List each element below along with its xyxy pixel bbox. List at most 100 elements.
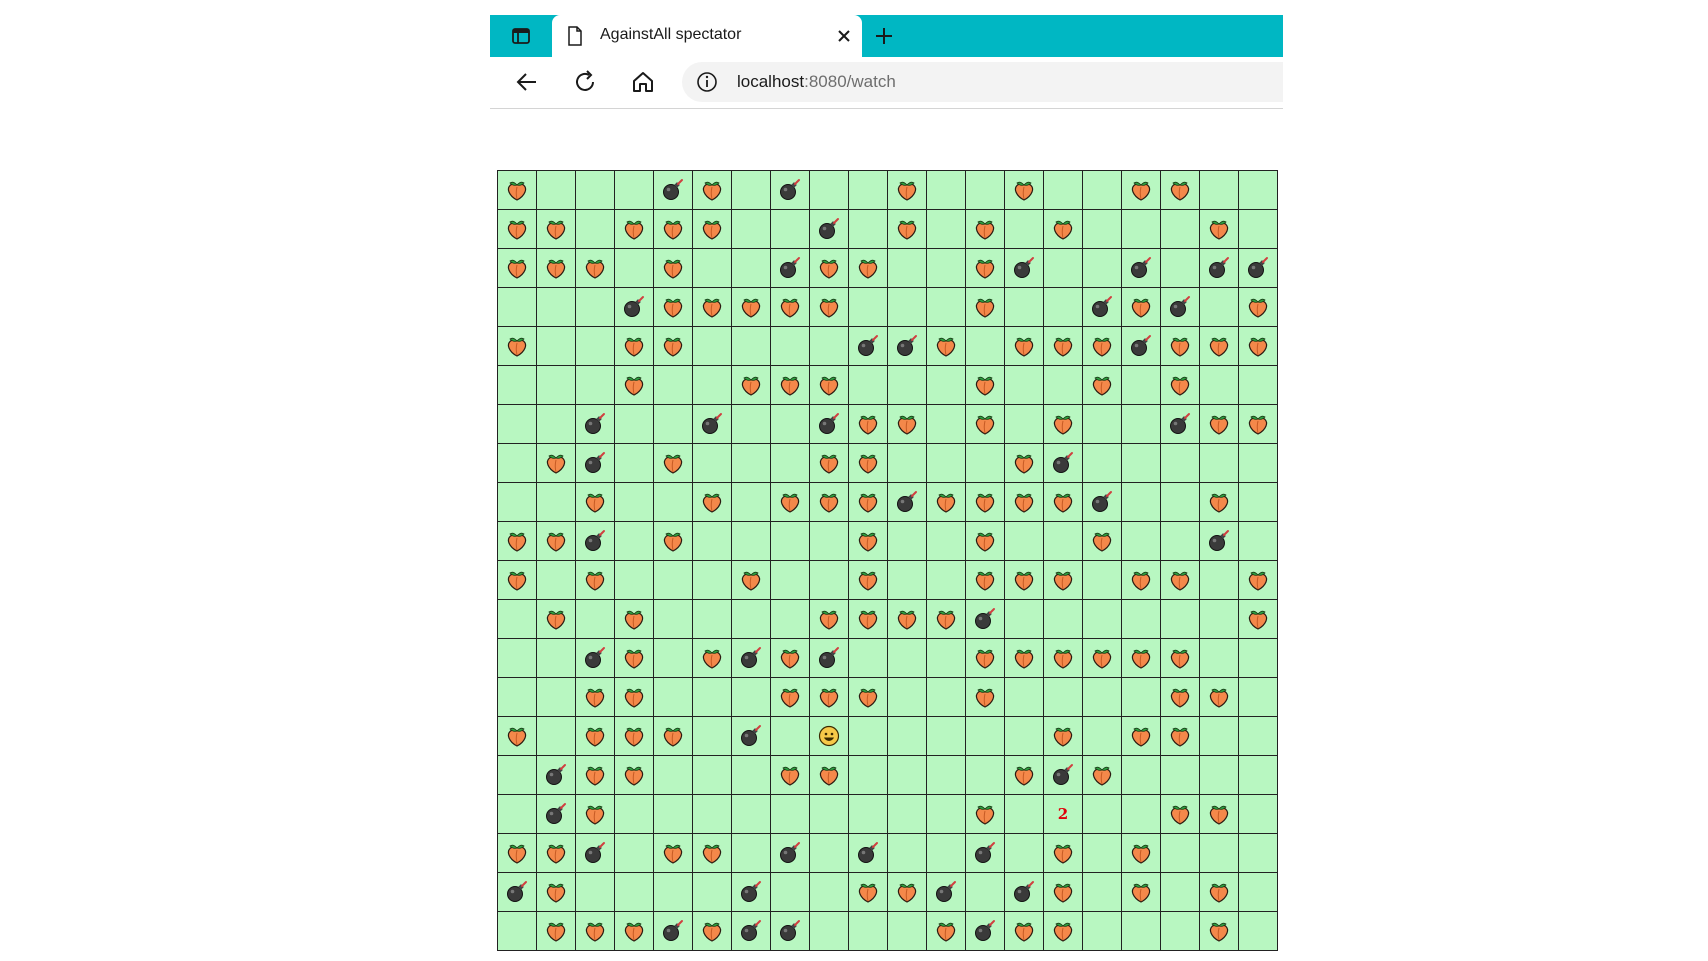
cell-content [654, 522, 692, 560]
peach-icon [975, 220, 995, 240]
cell-content [654, 249, 692, 287]
cell-content [1161, 171, 1199, 209]
cell-content [888, 756, 926, 794]
cell-content [927, 873, 965, 911]
cell-content [693, 912, 731, 950]
board-cell [731, 599, 771, 639]
board-cell [1238, 716, 1278, 756]
board-cell [653, 521, 693, 561]
cell-content [615, 249, 653, 287]
board-cell [1004, 443, 1044, 483]
board-cell [575, 404, 615, 444]
info-icon[interactable] [696, 71, 718, 93]
cell-content [1122, 678, 1160, 716]
peach-icon [1053, 415, 1073, 435]
board-cell [614, 638, 654, 678]
cell-content [1044, 171, 1082, 209]
cell-content [810, 834, 848, 872]
cell-content [966, 717, 1004, 755]
cell-content [1122, 327, 1160, 365]
peach-icon [819, 610, 839, 630]
cell-content [654, 171, 692, 209]
board-cell [1004, 872, 1044, 912]
board-cell [770, 560, 810, 600]
board-cell [653, 326, 693, 366]
peach-icon [663, 532, 683, 552]
board-cell [1238, 482, 1278, 522]
cell-content [498, 249, 536, 287]
board-cell [536, 443, 576, 483]
close-icon[interactable] [834, 26, 854, 46]
board-cell [653, 365, 693, 405]
cell-content [576, 366, 614, 404]
cell-content [1239, 249, 1277, 287]
refresh-icon[interactable] [572, 69, 598, 95]
board-cell [809, 209, 849, 249]
board-cell [1199, 872, 1239, 912]
cell-content [849, 327, 887, 365]
cell-content [654, 210, 692, 248]
board-cell [614, 287, 654, 327]
board-cell [1043, 911, 1083, 951]
peach-icon [702, 181, 722, 201]
peach-icon [1053, 493, 1073, 513]
cell-content [1122, 522, 1160, 560]
home-icon[interactable] [630, 69, 656, 95]
cell-content [1161, 600, 1199, 638]
cell-content [1044, 717, 1082, 755]
peach-icon [624, 727, 644, 747]
cell-content [966, 834, 1004, 872]
bomb-icon [858, 842, 878, 863]
board-cell [1238, 326, 1278, 366]
board-cell [848, 560, 888, 600]
peach-icon [702, 298, 722, 318]
board-cell [653, 248, 693, 288]
url-host: localhost [737, 72, 805, 91]
peach-icon [1053, 337, 1073, 357]
cell-content [654, 834, 692, 872]
board-cell [731, 560, 771, 600]
board-cell [887, 677, 927, 717]
game-board: 2 [497, 170, 1278, 951]
cell-content [810, 873, 848, 911]
board-cell [1199, 716, 1239, 756]
board-cell [848, 170, 888, 210]
back-arrow-icon[interactable] [514, 69, 540, 95]
cell-content [1083, 639, 1121, 677]
cell-content [498, 795, 536, 833]
cell-content [732, 288, 770, 326]
board-cell [692, 521, 732, 561]
cell-content [732, 756, 770, 794]
peach-icon [624, 766, 644, 786]
board-cell [809, 833, 849, 873]
board-cell [887, 248, 927, 288]
peach-icon [1170, 571, 1190, 591]
cell-content [654, 483, 692, 521]
board-cell [887, 599, 927, 639]
board-cell [1199, 911, 1239, 951]
board-cell [575, 872, 615, 912]
bomb-icon [624, 296, 644, 317]
bomb-icon [585, 413, 605, 434]
board-cell [887, 833, 927, 873]
peach-icon [975, 649, 995, 669]
bomb-icon [1131, 335, 1151, 356]
cell-content [576, 600, 614, 638]
cell-content [849, 834, 887, 872]
board-cell [965, 677, 1005, 717]
cell-content [966, 327, 1004, 365]
board-cell [731, 443, 771, 483]
peach-icon [507, 727, 527, 747]
board-cell [575, 365, 615, 405]
address-bar[interactable]: localhost:8080/watch [682, 62, 1283, 102]
board-cell [1238, 209, 1278, 249]
cell-content [654, 756, 692, 794]
board-cell [1199, 287, 1239, 327]
peach-icon [858, 688, 878, 708]
board-cell [848, 365, 888, 405]
sidebar-toggle-button[interactable] [490, 15, 552, 57]
tab-againstall-spectator[interactable]: AgainstAll spectator [552, 15, 862, 57]
cell-content [966, 873, 1004, 911]
new-tab-icon[interactable] [870, 22, 898, 50]
cell-content [693, 756, 731, 794]
